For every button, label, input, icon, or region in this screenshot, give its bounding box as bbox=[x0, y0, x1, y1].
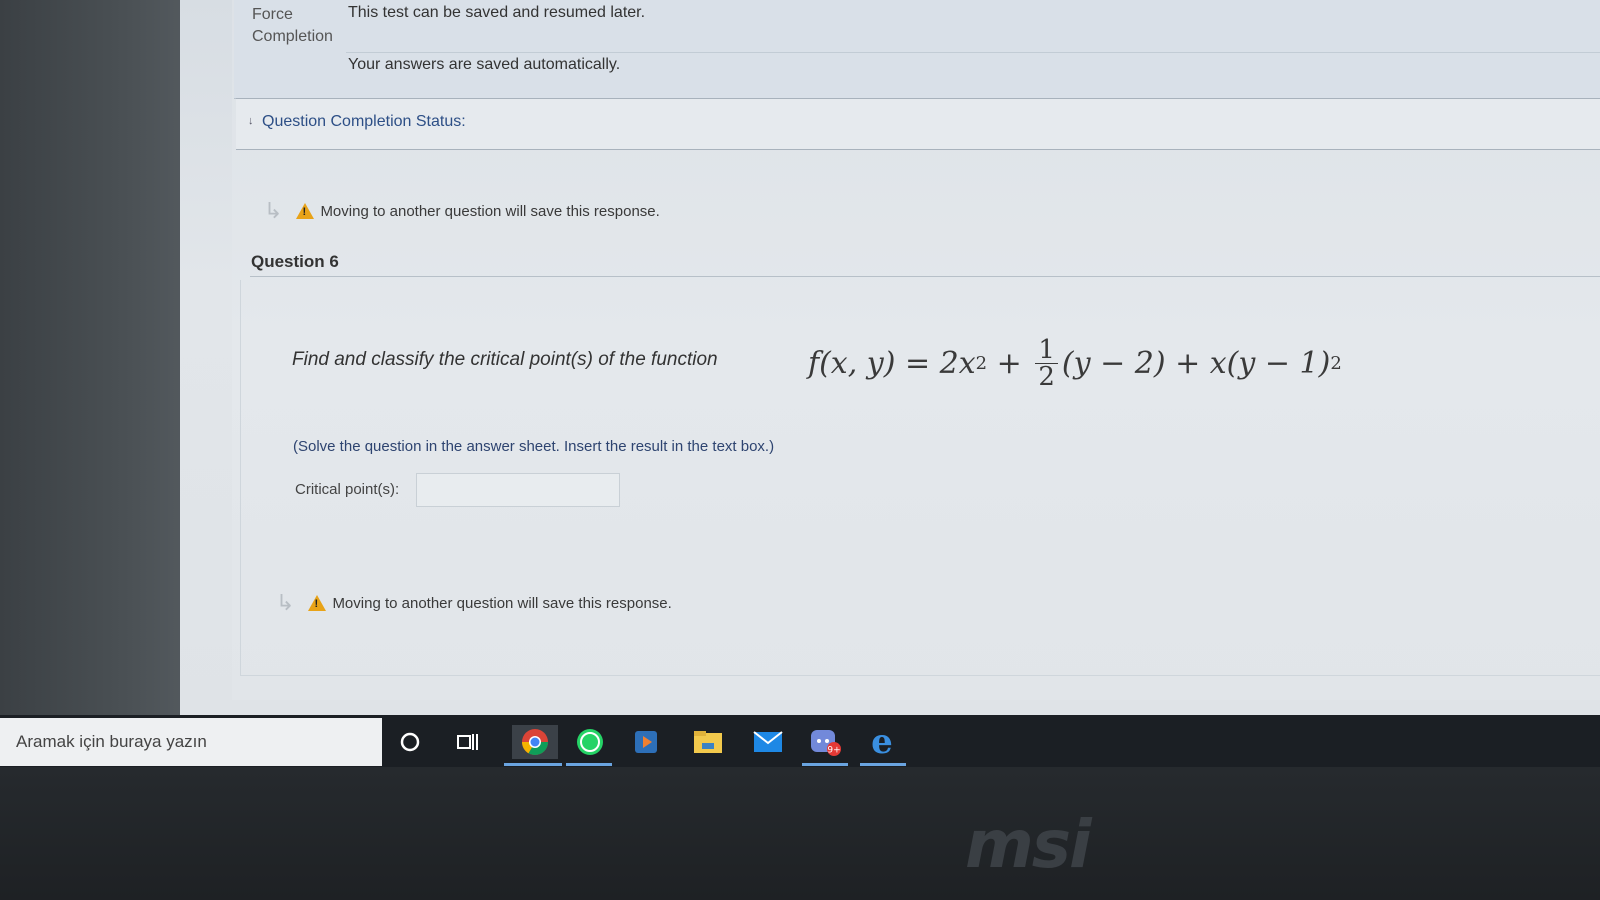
fraction-denominator: 2 bbox=[1038, 361, 1055, 392]
mail-icon-graphic bbox=[753, 731, 783, 752]
chevron-down-icon[interactable]: ↓ bbox=[248, 115, 254, 127]
save-resume-text: This test can be saved and resumed later… bbox=[348, 4, 646, 21]
formula-exp1: 2 bbox=[975, 352, 988, 374]
warning-text: Moving to another question will save thi… bbox=[320, 202, 660, 220]
cortana-icon[interactable] bbox=[392, 725, 428, 759]
edge-icon-glyph: e bbox=[871, 722, 893, 762]
task-view-icon-graphic bbox=[457, 734, 478, 750]
edge-active-indicator bbox=[860, 763, 906, 766]
formula-exp2: 2 bbox=[1330, 352, 1342, 374]
discord-active-indicator bbox=[802, 763, 848, 766]
chrome-icon[interactable] bbox=[512, 725, 558, 759]
info-divider bbox=[346, 52, 1600, 53]
warning-icon bbox=[308, 595, 327, 611]
return-arrow-icon: ↳ bbox=[264, 198, 283, 223]
discord-icon[interactable]: 9+ bbox=[808, 725, 844, 759]
discord-badge: 9+ bbox=[827, 746, 840, 756]
return-arrow-icon: ↳ bbox=[276, 590, 295, 615]
force-completion-label: Force Completion bbox=[252, 6, 333, 45]
discord-icon-graphic: 9+ bbox=[811, 730, 841, 756]
warning-text: Moving to another question will save thi… bbox=[332, 594, 672, 612]
question-instruction: (Solve the question in the answer sheet.… bbox=[293, 438, 775, 455]
question-prompt: Find and classify the critical point(s) … bbox=[292, 349, 718, 370]
msi-logo: msi bbox=[965, 806, 1092, 883]
fraction-numerator: 1 bbox=[1035, 337, 1058, 364]
chrome-icon-graphic bbox=[521, 729, 549, 756]
media-player-icon[interactable] bbox=[628, 725, 664, 759]
laptop-bezel bbox=[0, 767, 1600, 900]
cortana-icon-graphic bbox=[400, 732, 420, 752]
chrome-active-indicator bbox=[504, 763, 562, 766]
file-explorer-icon-graphic bbox=[694, 731, 722, 753]
task-view-icon[interactable] bbox=[450, 725, 486, 759]
save-warning-top: ↳ Moving to another question will save t… bbox=[264, 198, 660, 224]
taskbar-search-input[interactable]: Aramak için buraya yazın bbox=[0, 718, 382, 766]
file-explorer-icon[interactable] bbox=[690, 725, 726, 759]
edge-icon[interactable]: e bbox=[864, 725, 900, 759]
question-completion-status-link[interactable]: Question Completion Status: bbox=[262, 113, 466, 131]
formula-plus: + bbox=[987, 345, 1032, 381]
save-warning-bottom: ↳ Moving to another question will save t… bbox=[276, 590, 672, 616]
whatsapp-active-indicator bbox=[566, 763, 612, 766]
auto-save-text: Your answers are saved automatically. bbox=[348, 56, 621, 73]
whatsapp-icon[interactable] bbox=[572, 725, 608, 759]
whatsapp-icon-graphic bbox=[577, 729, 603, 755]
formula-lhs: f(x, y) = 2x bbox=[808, 345, 976, 381]
media-player-icon-graphic bbox=[635, 731, 657, 753]
formula-rest: (y − 2) + x(y − 1) bbox=[1061, 345, 1331, 381]
critical-points-label: Critical point(s): bbox=[295, 481, 400, 498]
question-divider bbox=[250, 276, 1600, 277]
critical-points-input[interactable] bbox=[416, 473, 620, 507]
warning-icon bbox=[296, 203, 315, 219]
desktop-background bbox=[0, 0, 205, 715]
question-title: Question 6 bbox=[251, 252, 339, 271]
mail-icon[interactable] bbox=[750, 725, 786, 759]
function-formula: f(x, y) = 2x 2 + 1 2 (y − 2) + x(y − 1) … bbox=[808, 328, 1342, 398]
formula-fraction: 1 2 bbox=[1035, 337, 1058, 390]
